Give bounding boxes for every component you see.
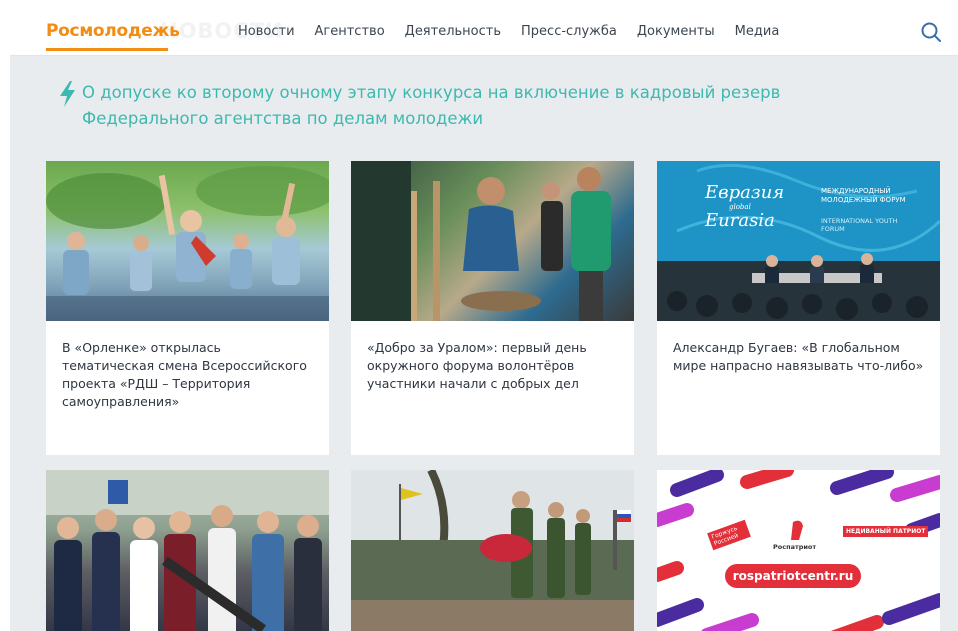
news-photo[interactable]: [46, 161, 329, 321]
news-card[interactable]: Горжусь Россией Роспатриот НЕДИВАНЫЙ ПАТ…: [657, 470, 940, 631]
page-frame: НОВОСТИ Росмолодежь Новости Агентство Де…: [10, 8, 958, 631]
news-card[interactable]: Евразия global Eurasia МЕЖДУНАРОДНЫЙ МОЛ…: [657, 161, 940, 455]
news-title[interactable]: В «Орленке» открылась тематическая смена…: [46, 321, 329, 411]
news-photo[interactable]: [351, 470, 634, 631]
featured-headline[interactable]: О допуске ко второму очному этапу конкур…: [58, 80, 878, 132]
news-card[interactable]: [351, 470, 634, 631]
promo-url-pill[interactable]: rospatriotcentr.ru: [725, 564, 861, 588]
headline-text[interactable]: О допуске ко второму очному этапу конкур…: [82, 80, 878, 132]
news-card[interactable]: [46, 470, 329, 631]
nav-item-activity[interactable]: Деятельность: [405, 24, 501, 39]
memorial-ceremony-illustration: [351, 470, 634, 631]
top-navigation-bar: НОВОСТИ Росмолодежь Новости Агентство Де…: [10, 8, 958, 56]
main-nav: Новости Агентство Деятельность Пресс-слу…: [238, 24, 779, 39]
lightning-icon: [60, 81, 75, 107]
news-title[interactable]: «Добро за Уралом»: первый день окружного…: [351, 321, 634, 393]
forum-subtitle: МЕЖДУНАРОДНЫЙ МОЛОДЕЖНЫЙ ФОРУМ: [821, 187, 906, 204]
rospatriot-logo: Роспатриот: [773, 543, 817, 551]
forum-logo-text: Евразия global Eurasia: [705, 182, 785, 231]
news-card[interactable]: «Добро за Уралом»: первый день окружного…: [351, 161, 634, 455]
camp-crowd-illustration: [46, 166, 329, 321]
group-photo-illustration: [46, 470, 329, 631]
promo-tag-right: НЕДИВАНЫЙ ПАТРИОТ: [843, 526, 929, 537]
forum-subtitle-en: INTERNATIONAL YOUTH FORUM: [821, 217, 898, 233]
search-icon: [921, 22, 941, 42]
nav-item-news[interactable]: Новости: [238, 24, 295, 39]
logo-active-underline: [46, 48, 168, 51]
forum-stage-illustration: [657, 161, 940, 321]
nav-item-documents[interactable]: Документы: [637, 24, 715, 39]
news-photo[interactable]: [46, 470, 329, 631]
search-button[interactable]: [920, 21, 942, 43]
volunteers-planting-illustration: [351, 161, 611, 321]
logo[interactable]: Росмолодежь: [46, 21, 180, 41]
nav-item-agency[interactable]: Агентство: [315, 24, 385, 39]
news-photo[interactable]: [351, 161, 634, 321]
news-card[interactable]: В «Орленке» открылась тематическая смена…: [46, 161, 329, 455]
news-photo[interactable]: Горжусь Россией Роспатриот НЕДИВАНЫЙ ПАТ…: [657, 470, 940, 631]
news-photo[interactable]: Евразия global Eurasia МЕЖДУНАРОДНЫЙ МОЛ…: [657, 161, 940, 321]
news-title[interactable]: Александр Бугаев: «В глобальном мире нап…: [657, 321, 940, 375]
nav-item-press[interactable]: Пресс-служба: [521, 24, 617, 39]
nav-item-media[interactable]: Медиа: [735, 24, 780, 39]
